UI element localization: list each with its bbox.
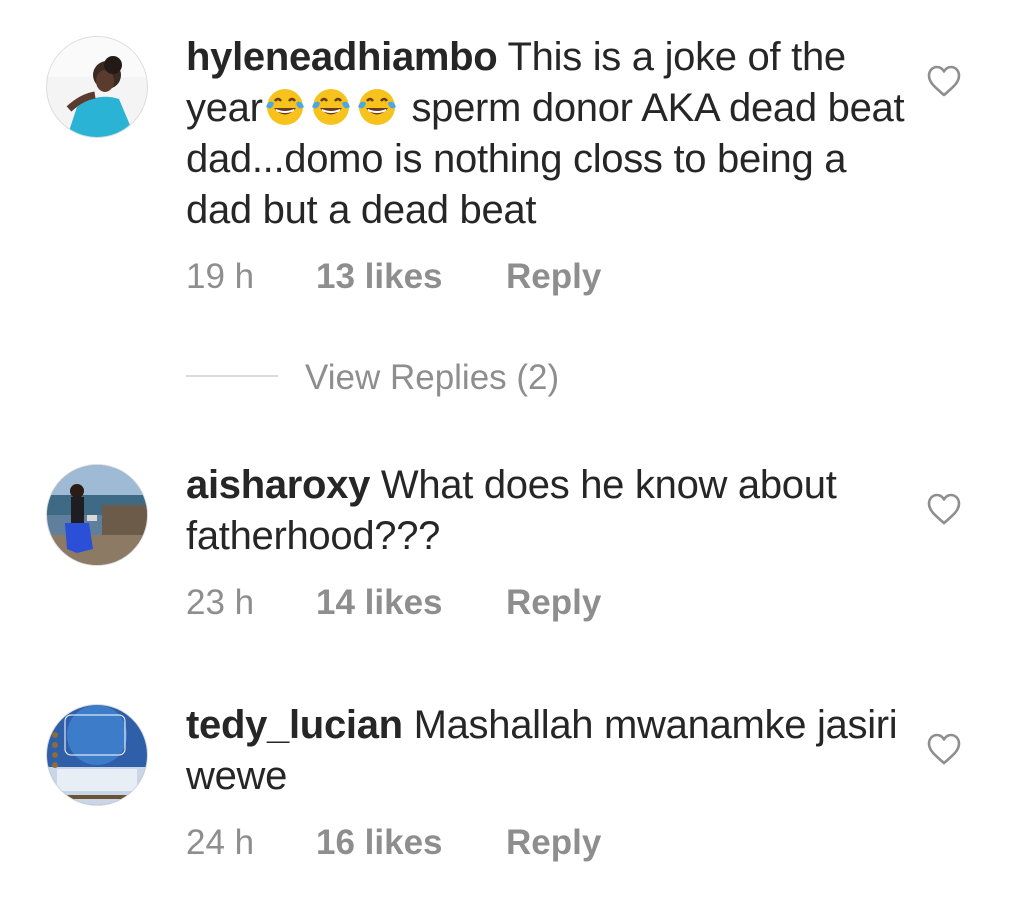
avatar-photo (47, 37, 147, 137)
face-with-tears-of-joy-icon (357, 89, 396, 125)
comment-username[interactable]: tedy_lucian (186, 703, 403, 747)
reply-button[interactable]: Reply (506, 583, 601, 623)
avatar-photo (47, 465, 147, 565)
comment-username[interactable]: aisharoxy (186, 463, 370, 507)
face-with-tears-of-joy-icon (265, 89, 304, 125)
reply-button[interactable]: Reply (506, 823, 601, 863)
comment-username[interactable]: hyleneadhiambo (186, 35, 498, 79)
comment-likes[interactable]: 13 likes (316, 257, 443, 297)
heart-outline-icon[interactable] (926, 492, 962, 526)
view-replies-button[interactable]: View Replies (2) (305, 358, 559, 398)
face-with-tears-of-joy-icon (311, 89, 350, 125)
heart-outline-icon[interactable] (926, 64, 962, 98)
avatar-photo (47, 705, 147, 805)
comment-time[interactable]: 19 h (186, 257, 254, 297)
comment-text: aisharoxy What does he know about father… (186, 460, 906, 562)
avatar[interactable] (46, 704, 148, 806)
comment-likes[interactable]: 14 likes (316, 583, 443, 623)
comment-text: hyleneadhiambo This is a joke of the yea… (186, 32, 906, 236)
comment-likes[interactable]: 16 likes (316, 823, 443, 863)
view-replies-divider (186, 375, 278, 377)
comment-time[interactable]: 23 h (186, 583, 254, 623)
view-replies[interactable]: View Replies (2) (186, 358, 686, 400)
heart-outline-icon[interactable] (926, 732, 962, 766)
comment-text: tedy_lucian Mashallah mwanamke jasiri we… (186, 700, 906, 802)
avatar[interactable] (46, 36, 148, 138)
comment-time[interactable]: 24 h (186, 823, 254, 863)
avatar[interactable] (46, 464, 148, 566)
reply-button[interactable]: Reply (506, 257, 601, 297)
